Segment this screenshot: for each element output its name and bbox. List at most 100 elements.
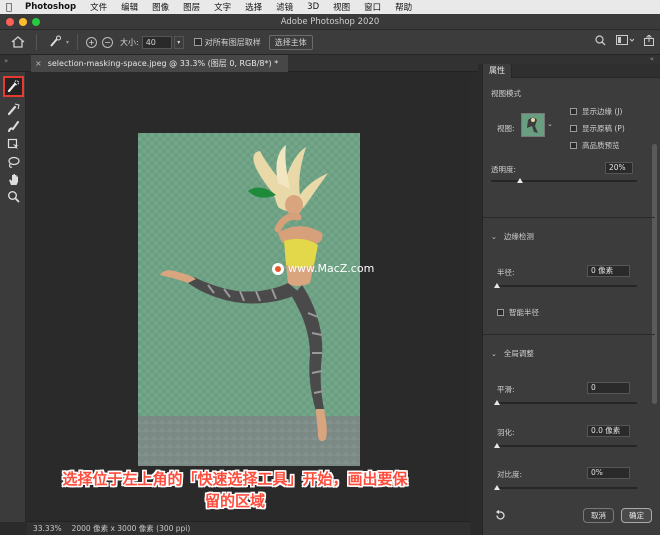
hq-preview-checkbox[interactable]: 高品质预览 (570, 140, 620, 151)
panel-collapse-toggle[interactable]: « (478, 55, 660, 64)
transparency-slider[interactable] (491, 178, 637, 183)
show-edge-label: 显示边缘 (J) (582, 107, 623, 116)
tool-preset-picker[interactable] (45, 35, 65, 49)
minimize-window-button[interactable] (19, 18, 27, 26)
object-selection-icon (7, 138, 19, 150)
quick-select-brush-icon (7, 80, 19, 93)
workspace-icon[interactable] (616, 35, 635, 48)
show-original-label: 显示原稿 (P) (582, 124, 625, 133)
hand-tool[interactable] (5, 171, 21, 187)
transparency-label: 透明度: (491, 165, 517, 174)
macz-logo-icon (272, 262, 284, 275)
hq-preview-label: 高品质预览 (582, 141, 620, 150)
document-tab-label: selection-masking-space.jpeg @ 33.3% (图层… (47, 59, 279, 68)
reset-icon[interactable] (495, 509, 506, 523)
global-refine-header[interactable]: ⌄ 全局调整 (491, 348, 534, 359)
contrast-slider[interactable] (494, 485, 637, 490)
menu-layer[interactable]: 图层 (176, 1, 207, 13)
menu-select[interactable]: 选择 (238, 1, 269, 13)
menu-filter[interactable]: 滤镜 (269, 1, 300, 13)
brush-size-dropdown[interactable]: ▾ (173, 35, 184, 49)
canvas-area[interactable]: www.MacZ.com (27, 73, 470, 521)
quick-select-brush-icon (50, 35, 61, 47)
smooth-label: 平滑: (497, 385, 515, 394)
status-bar: 33.33% 2000 像素 x 3000 像素 (300 ppi) (27, 521, 470, 535)
panel-scrollbar[interactable] (652, 144, 657, 404)
contrast-label: 对比度: (497, 470, 523, 479)
radius-input[interactable]: 0 像素 (587, 265, 630, 277)
radius-slider[interactable] (494, 283, 637, 288)
options-bar: ▾ + − 大小: 40 ▾ 对所有图层取样 选择主体 (0, 30, 660, 55)
menu-view[interactable]: 视图 (326, 1, 357, 13)
cancel-button[interactable]: 取消 (583, 508, 614, 523)
brush-size-label: 大小: (120, 37, 139, 47)
show-original-checkbox[interactable]: 显示原稿 (P) (570, 123, 625, 134)
contrast-input[interactable]: 0% (587, 467, 630, 479)
tab-properties[interactable]: 属性 (483, 64, 512, 78)
divider (36, 34, 37, 50)
smart-radius-checkbox[interactable]: 智能半径 (497, 307, 539, 318)
view-thumbnail[interactable] (521, 113, 545, 137)
show-edge-checkbox[interactable]: 显示边缘 (J) (570, 106, 622, 117)
divider (483, 217, 655, 218)
smart-radius-label: 智能半径 (509, 308, 539, 317)
lasso-icon (7, 156, 20, 168)
brush-size-input[interactable]: 40 (141, 35, 172, 49)
radius-label: 半径: (497, 268, 515, 277)
tutorial-caption: 选择位于左上角的「快速选择工具」开始，画出要保 留的区域 (0, 468, 470, 512)
chevron-down-icon: ⌄ (491, 350, 497, 358)
object-selection-tool[interactable] (5, 136, 21, 152)
panel-tab-row: 属性 (483, 64, 660, 78)
home-icon[interactable] (8, 32, 28, 52)
document-tab-bar: » × selection-masking-space.jpeg @ 33.3%… (0, 55, 478, 72)
search-icon[interactable] (595, 35, 606, 48)
feather-input[interactable]: 0.0 像素 (587, 425, 630, 437)
share-icon[interactable] (644, 34, 654, 48)
window-title: Adobe Photoshop 2020 (280, 16, 380, 27)
dancer-photo (160, 145, 328, 442)
zoom-level[interactable]: 33.33% (33, 524, 62, 533)
double-chevron-icon[interactable]: » (4, 57, 8, 65)
transparency-input[interactable]: 20% (605, 162, 633, 174)
menu-type[interactable]: 文字 (207, 1, 238, 13)
edge-detection-title: 边缘检测 (503, 232, 534, 241)
edge-detection-header[interactable]: ⌄ 边缘检测 (491, 231, 534, 242)
zoom-tool[interactable] (5, 188, 21, 204)
watermark-text: www.MacZ.com (288, 262, 375, 275)
subtract-from-selection-button[interactable]: − (102, 36, 114, 48)
menu-3d[interactable]: 3D (300, 2, 326, 12)
zoom-window-button[interactable] (32, 18, 40, 26)
menu-bar:  Photoshop 文件 编辑 图像 图层 文字 选择 滤镜 3D 视图 窗… (0, 0, 660, 14)
smooth-input[interactable]: 0 (587, 382, 630, 394)
watermark: www.MacZ.com (272, 262, 374, 275)
ok-button[interactable]: 确定 (621, 508, 652, 523)
chevron-down-icon[interactable]: ⌄ (547, 120, 553, 128)
title-bar: Adobe Photoshop 2020 (0, 14, 660, 30)
brush-tool[interactable] (5, 118, 21, 134)
document-tab[interactable]: × selection-masking-space.jpeg @ 33.3% (… (31, 55, 289, 72)
document-canvas[interactable] (138, 133, 360, 466)
add-to-selection-button[interactable]: + (86, 36, 98, 48)
hand-icon (8, 173, 18, 185)
menu-help[interactable]: 帮助 (388, 1, 419, 13)
chevron-down-icon[interactable]: ▾ (66, 39, 69, 46)
apple-icon[interactable]:  (0, 2, 18, 13)
select-subject-button[interactable]: 选择主体 (268, 34, 313, 50)
quick-selection-tool[interactable] (3, 76, 24, 97)
sample-all-layers-checkbox[interactable] (193, 38, 202, 46)
feather-slider[interactable] (494, 443, 637, 448)
smooth-slider[interactable] (494, 400, 637, 405)
refine-edge-brush-tool[interactable] (5, 101, 21, 117)
divider (483, 334, 655, 335)
global-refine-title: 全局调整 (503, 349, 534, 358)
menu-window[interactable]: 窗口 (357, 1, 388, 13)
caption-line-1: 选择位于左上角的「快速选择工具」开始，画出要保 (62, 470, 408, 488)
menu-file[interactable]: 文件 (83, 1, 114, 13)
menu-app-name[interactable]: Photoshop (18, 2, 83, 12)
close-icon[interactable]: × (35, 59, 42, 68)
menu-edit[interactable]: 编辑 (114, 1, 145, 13)
refine-edge-brush-icon (7, 103, 20, 115)
menu-image[interactable]: 图像 (145, 1, 176, 13)
lasso-tool[interactable] (5, 154, 21, 170)
close-window-button[interactable] (6, 18, 14, 26)
